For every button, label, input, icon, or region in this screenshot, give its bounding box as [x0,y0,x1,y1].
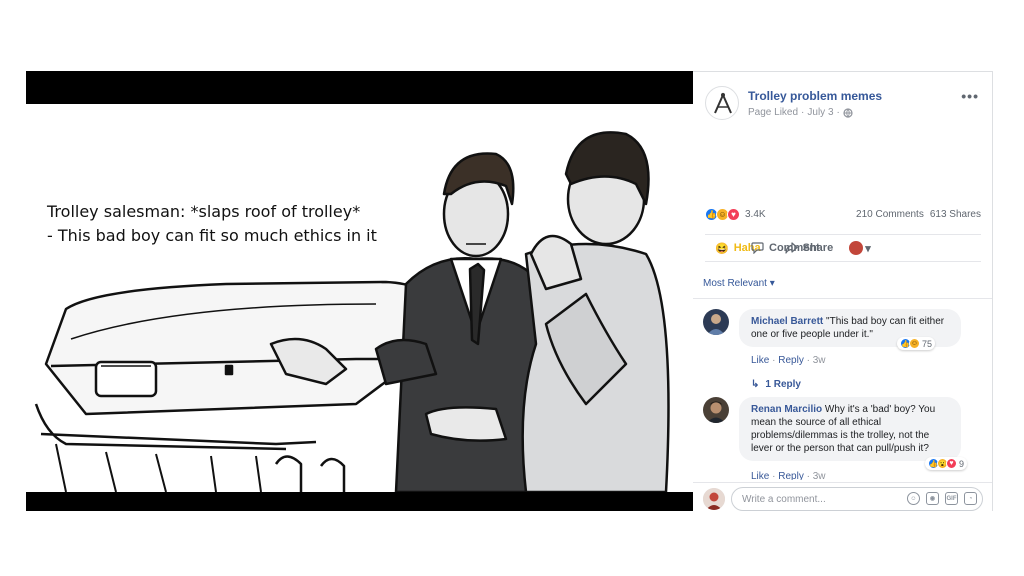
page-name-link[interactable]: Trolley problem memes [748,89,882,103]
photo-viewer: Trolley salesman: *slaps roof of trolley… [26,71,693,511]
comment-reaction-count: 9 [958,458,964,469]
comments-count-link[interactable]: 210 Comments [856,209,924,220]
comment-age[interactable]: 3w [813,471,826,480]
page-avatar[interactable] [705,86,739,120]
commenter-avatar[interactable] [703,309,729,335]
sticker-icon[interactable]: ◔ [964,492,977,505]
view-replies-link[interactable]: ↳ 1 Reply [751,379,801,390]
comment-reactions[interactable]: 👍 😮 ♥ 9 [924,457,967,470]
comments-sort-toggle[interactable]: Most Relevant ▾ [703,278,775,289]
shares-count-link[interactable]: 613 Shares [930,209,981,220]
current-user-avatar [703,488,725,510]
comment-author-link[interactable]: Renan Marcilio [751,404,822,415]
comment-icon [751,242,764,254]
avatar-image [703,397,729,423]
composer-tools: ☺ ◉ GIF ◔ [907,492,977,505]
haha-reaction-icon: ☺ [908,338,920,349]
comment-button[interactable]: Comment [751,242,992,254]
comment-composer: ☺ ◉ GIF ◔ [693,482,992,511]
meme-illustration [34,131,670,492]
comment-actions: Like · Reply · 3w [751,471,826,480]
commenter-avatar[interactable] [703,397,729,423]
reactions-summary: 👍 ☺ ♥ 3.4K 210 Comments 613 Shares [705,205,981,223]
comment-reply-link[interactable]: Reply [778,471,804,480]
love-reaction-icon: ♥ [727,207,740,221]
comment-author-link[interactable]: Michael Barrett [751,316,823,327]
comment-actions: Like · Reply · 3w [751,355,826,366]
meta-separator: · [806,471,810,480]
avatar-image [703,488,725,510]
page-liked-label: Page Liked [748,107,799,118]
post-actions: 😆 Haha Comment Share ▾ [705,234,981,262]
avatar-image [703,309,729,335]
comment-bubble: Renan Marcilio Why it's a 'bad' boy? You… [739,397,961,461]
comment-reaction-count: 75 [921,338,932,349]
haha-icon: 😆 [715,242,729,255]
replies-count-label: 1 Reply [765,379,801,390]
post-meta: Page Liked · July 3 · [748,107,853,118]
meme-caption-line-1: Trolley salesman: *slaps roof of trolley… [47,202,361,221]
globe-icon [843,107,853,118]
emoji-icon[interactable]: ☺ [907,492,920,505]
meme-caption: Trolley salesman: *slaps roof of trolley… [47,200,407,248]
comment-reactions[interactable]: 👍 ☺ 75 [896,337,935,350]
meta-separator: · [806,355,810,366]
meta-separator: · [772,471,776,480]
gif-icon[interactable]: GIF [945,492,958,505]
comment-label: Comment [769,242,820,254]
meta-separator: · [836,107,840,118]
meme-caption-line-2: - This bad boy can fit so much ethics in… [47,226,377,245]
page-logo-icon [714,92,732,114]
post-header: Trolley problem memes Page Liked · July … [693,72,992,132]
reaction-icons[interactable]: 👍 ☺ ♥ [705,207,740,221]
comment-like-link[interactable]: Like [751,355,769,366]
more-options-button[interactable]: ••• [961,88,979,104]
comment-age[interactable]: 3w [813,355,826,366]
meta-separator: · [772,355,776,366]
reply-arrow-icon: ↳ [751,379,760,390]
comment-like-link[interactable]: Like [751,471,769,480]
post-side-panel: Trolley problem memes Page Liked · July … [693,71,993,511]
love-reaction-icon: ♥ [945,458,957,469]
camera-icon[interactable]: ◉ [926,492,939,505]
meta-separator: · [801,107,805,118]
comment-list: Michael Barrett "This bad boy can fit ei… [693,298,992,480]
post-date-link[interactable]: July 3 [807,107,833,118]
reaction-count[interactable]: 3.4K [745,209,766,220]
meme-image[interactable]: Trolley salesman: *slaps roof of trolley… [26,104,693,492]
comment-reply-link[interactable]: Reply [778,355,804,366]
